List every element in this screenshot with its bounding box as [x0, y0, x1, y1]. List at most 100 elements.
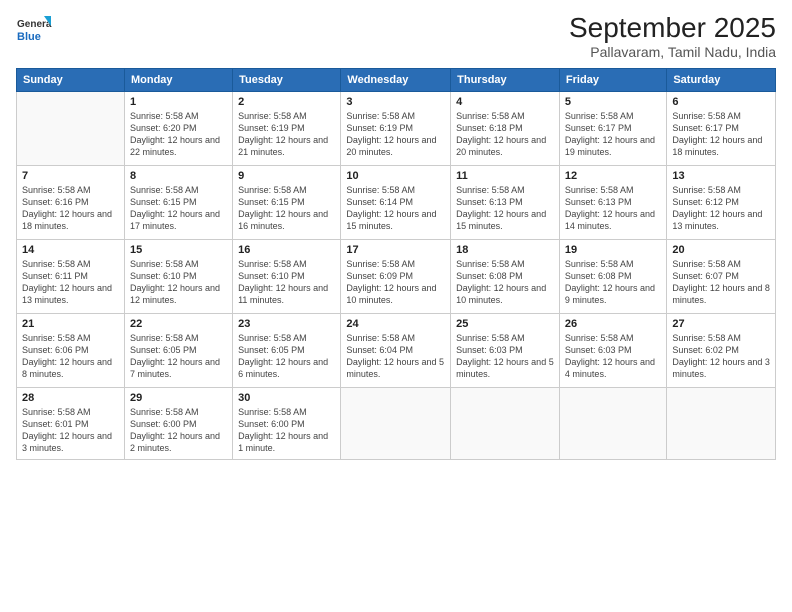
day-info: Sunrise: 5:58 AM Sunset: 6:02 PM Dayligh… — [672, 332, 770, 381]
calendar-cell: 4 Sunrise: 5:58 AM Sunset: 6:18 PM Daylig… — [451, 92, 560, 166]
calendar-cell: 20 Sunrise: 5:58 AM Sunset: 6:07 PM Dayli… — [667, 240, 776, 314]
day-number: 13 — [672, 170, 770, 182]
calendar-cell: 8 Sunrise: 5:58 AM Sunset: 6:15 PM Daylig… — [124, 166, 232, 240]
location: Pallavaram, Tamil Nadu, India — [569, 44, 776, 60]
day-info: Sunrise: 5:58 AM Sunset: 6:03 PM Dayligh… — [456, 332, 554, 381]
day-info: Sunrise: 5:58 AM Sunset: 6:19 PM Dayligh… — [238, 110, 335, 159]
col-thursday: Thursday — [451, 69, 560, 92]
calendar-cell: 3 Sunrise: 5:58 AM Sunset: 6:19 PM Daylig… — [341, 92, 451, 166]
calendar-cell: 17Sunrise: 5:58 AM Sunset: 6:09 PM Dayli… — [341, 240, 451, 314]
day-info: Sunrise: 5:58 AM Sunset: 6:04 PM Dayligh… — [346, 332, 445, 381]
calendar-cell: 7 Sunrise: 5:58 AM Sunset: 6:16 PM Daylig… — [17, 166, 125, 240]
calendar-cell: 1 Sunrise: 5:58 AM Sunset: 6:20 PM Daylig… — [124, 92, 232, 166]
day-number: 30 — [238, 392, 335, 404]
calendar-cell: 23Sunrise: 5:58 AM Sunset: 6:05 PM Dayli… — [233, 314, 341, 388]
calendar-cell: 5 Sunrise: 5:58 AM Sunset: 6:17 PM Daylig… — [559, 92, 666, 166]
day-number: 1 — [130, 96, 227, 108]
col-sunday: Sunday — [17, 69, 125, 92]
day-number: 9 — [238, 170, 335, 182]
header: General Blue September 2025 Pallavaram, … — [16, 12, 776, 60]
calendar-table: Sunday Monday Tuesday Wednesday Thursday… — [16, 68, 776, 460]
day-info: Sunrise: 5:58 AM Sunset: 6:12 PM Dayligh… — [672, 184, 770, 233]
col-friday: Friday — [559, 69, 666, 92]
calendar-cell: 26 Sunrise: 5:58 AM Sunset: 6:03 PM Dayli… — [559, 314, 666, 388]
day-info: Sunrise: 5:58 AM Sunset: 6:00 PM Dayligh… — [130, 406, 227, 455]
day-info: Sunrise: 5:58 AM Sunset: 6:17 PM Dayligh… — [565, 110, 661, 159]
day-number: 26 — [565, 318, 661, 330]
day-number: 2 — [238, 96, 335, 108]
logo-svg: General Blue — [16, 12, 52, 48]
day-number: 5 — [565, 96, 661, 108]
day-number: 10 — [346, 170, 445, 182]
calendar-cell: 27Sunrise: 5:58 AM Sunset: 6:02 PM Dayli… — [667, 314, 776, 388]
day-number: 15 — [130, 244, 227, 256]
day-number: 19 — [565, 244, 661, 256]
day-info: Sunrise: 5:58 AM Sunset: 6:01 PM Dayligh… — [22, 406, 119, 455]
day-number: 3 — [346, 96, 445, 108]
day-number: 8 — [130, 170, 227, 182]
day-info: Sunrise: 5:58 AM Sunset: 6:05 PM Dayligh… — [130, 332, 227, 381]
day-info: Sunrise: 5:58 AM Sunset: 6:03 PM Dayligh… — [565, 332, 661, 381]
day-number: 6 — [672, 96, 770, 108]
day-number: 21 — [22, 318, 119, 330]
logo: General Blue — [16, 12, 52, 48]
calendar-cell: 22 Sunrise: 5:58 AM Sunset: 6:05 PM Dayli… — [124, 314, 232, 388]
calendar-cell: 29 Sunrise: 5:58 AM Sunset: 6:00 PM Dayli… — [124, 388, 232, 460]
calendar-cell — [667, 388, 776, 460]
day-info: Sunrise: 5:58 AM Sunset: 6:08 PM Dayligh… — [565, 258, 661, 307]
day-number: 7 — [22, 170, 119, 182]
day-number: 18 — [456, 244, 554, 256]
day-info: Sunrise: 5:58 AM Sunset: 6:15 PM Dayligh… — [238, 184, 335, 233]
calendar-cell — [341, 388, 451, 460]
day-number: 20 — [672, 244, 770, 256]
day-info: Sunrise: 5:58 AM Sunset: 6:00 PM Dayligh… — [238, 406, 335, 455]
calendar-cell: 19 Sunrise: 5:58 AM Sunset: 6:08 PM Dayli… — [559, 240, 666, 314]
day-number: 29 — [130, 392, 227, 404]
day-number: 11 — [456, 170, 554, 182]
day-number: 28 — [22, 392, 119, 404]
day-info: Sunrise: 5:58 AM Sunset: 6:05 PM Dayligh… — [238, 332, 335, 381]
day-number: 24 — [346, 318, 445, 330]
day-info: Sunrise: 5:58 AM Sunset: 6:17 PM Dayligh… — [672, 110, 770, 159]
calendar-cell: 12Sunrise: 5:58 AM Sunset: 6:13 PM Dayli… — [559, 166, 666, 240]
calendar-week-2: 7 Sunrise: 5:58 AM Sunset: 6:16 PM Daylig… — [17, 166, 776, 240]
col-wednesday: Wednesday — [341, 69, 451, 92]
day-info: Sunrise: 5:58 AM Sunset: 6:20 PM Dayligh… — [130, 110, 227, 159]
day-number: 14 — [22, 244, 119, 256]
calendar-cell — [559, 388, 666, 460]
day-info: Sunrise: 5:58 AM Sunset: 6:06 PM Dayligh… — [22, 332, 119, 381]
calendar-cell: 30 Sunrise: 5:58 AM Sunset: 6:00 PM Dayli… — [233, 388, 341, 460]
day-info: Sunrise: 5:58 AM Sunset: 6:13 PM Dayligh… — [565, 184, 661, 233]
calendar-week-1: 1 Sunrise: 5:58 AM Sunset: 6:20 PM Daylig… — [17, 92, 776, 166]
day-number: 22 — [130, 318, 227, 330]
day-info: Sunrise: 5:58 AM Sunset: 6:07 PM Dayligh… — [672, 258, 770, 307]
calendar-cell: 10 Sunrise: 5:58 AM Sunset: 6:14 PM Dayli… — [341, 166, 451, 240]
calendar-cell: 13 Sunrise: 5:58 AM Sunset: 6:12 PM Dayli… — [667, 166, 776, 240]
month-title: September 2025 — [569, 12, 776, 44]
title-block: September 2025 Pallavaram, Tamil Nadu, I… — [569, 12, 776, 60]
svg-text:Blue: Blue — [17, 31, 41, 43]
day-info: Sunrise: 5:58 AM Sunset: 6:18 PM Dayligh… — [456, 110, 554, 159]
calendar-cell: 6 Sunrise: 5:58 AM Sunset: 6:17 PM Daylig… — [667, 92, 776, 166]
day-info: Sunrise: 5:58 AM Sunset: 6:10 PM Dayligh… — [130, 258, 227, 307]
col-tuesday: Tuesday — [233, 69, 341, 92]
day-number: 25 — [456, 318, 554, 330]
calendar-cell: 16Sunrise: 5:58 AM Sunset: 6:10 PM Dayli… — [233, 240, 341, 314]
day-number: 4 — [456, 96, 554, 108]
day-info: Sunrise: 5:58 AM Sunset: 6:19 PM Dayligh… — [346, 110, 445, 159]
day-info: Sunrise: 5:58 AM Sunset: 6:14 PM Dayligh… — [346, 184, 445, 233]
day-info: Sunrise: 5:58 AM Sunset: 6:13 PM Dayligh… — [456, 184, 554, 233]
calendar-week-4: 21 Sunrise: 5:58 AM Sunset: 6:06 PM Dayli… — [17, 314, 776, 388]
calendar-container: General Blue September 2025 Pallavaram, … — [0, 0, 792, 612]
calendar-cell: 11 Sunrise: 5:58 AM Sunset: 6:13 PM Dayli… — [451, 166, 560, 240]
calendar-cell: 14 Sunrise: 5:58 AM Sunset: 6:11 PM Dayli… — [17, 240, 125, 314]
day-number: 17 — [346, 244, 445, 256]
day-info: Sunrise: 5:58 AM Sunset: 6:15 PM Dayligh… — [130, 184, 227, 233]
calendar-cell: 21 Sunrise: 5:58 AM Sunset: 6:06 PM Dayli… — [17, 314, 125, 388]
day-number: 16 — [238, 244, 335, 256]
day-info: Sunrise: 5:58 AM Sunset: 6:16 PM Dayligh… — [22, 184, 119, 233]
day-info: Sunrise: 5:58 AM Sunset: 6:11 PM Dayligh… — [22, 258, 119, 307]
header-row: Sunday Monday Tuesday Wednesday Thursday… — [17, 69, 776, 92]
calendar-cell — [451, 388, 560, 460]
calendar-cell: 25 Sunrise: 5:58 AM Sunset: 6:03 PM Dayli… — [451, 314, 560, 388]
